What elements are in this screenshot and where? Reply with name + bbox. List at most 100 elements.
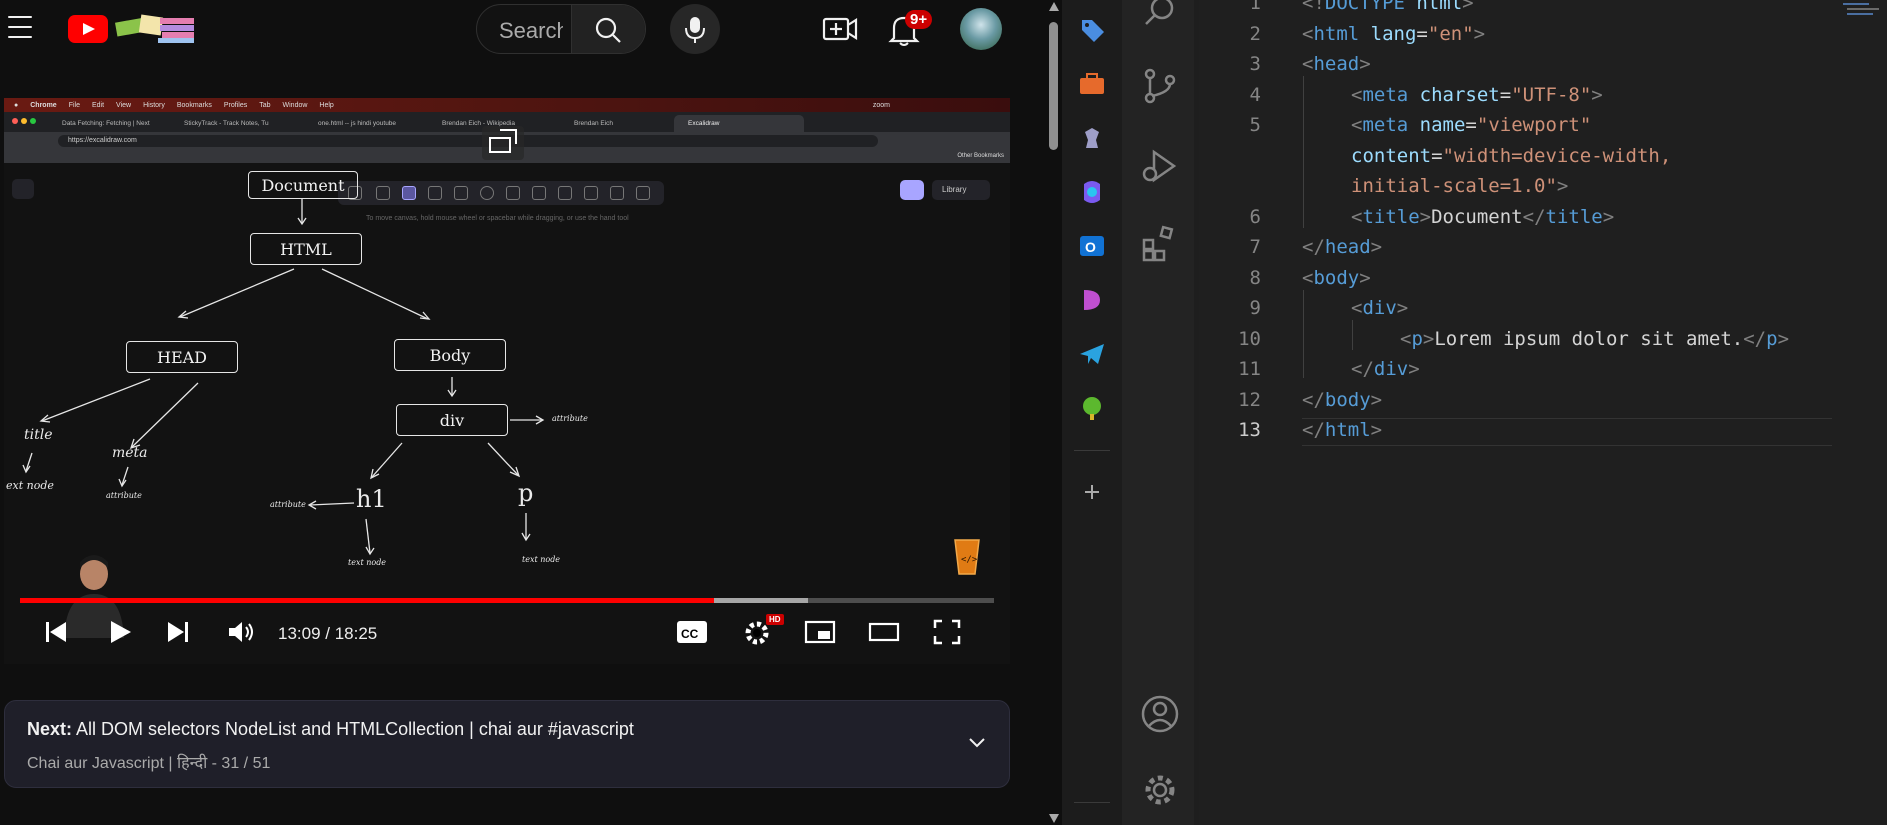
code-line-12: </body> xyxy=(1302,389,1383,411)
code-line-5: <meta name="viewport" xyxy=(1351,114,1592,136)
browser-sidebar: O xyxy=(1062,0,1122,825)
minimap xyxy=(1843,3,1879,15)
youtube-pane: Search 9+ ● Chrome File Edit View Histor… xyxy=(0,0,1062,825)
shopping-tag-icon[interactable] xyxy=(1076,14,1108,46)
menu-view: View xyxy=(116,101,132,109)
designer-icon[interactable] xyxy=(1076,284,1108,316)
other-bookmarks: Other Bookmarks xyxy=(957,153,1004,159)
code-line-10: <p>Lorem ipsum dolor sit amet.</p> xyxy=(1400,328,1790,350)
code-line-11: </div> xyxy=(1351,358,1420,380)
code-line-9: <div> xyxy=(1351,297,1409,319)
chevron-down-icon[interactable] xyxy=(965,731,989,755)
toolbox-icon[interactable] xyxy=(1076,68,1108,100)
extensions-icon[interactable] xyxy=(1140,222,1180,262)
telegram-icon[interactable] xyxy=(1076,338,1108,370)
previous-icon[interactable] xyxy=(42,618,70,646)
label-p: p xyxy=(518,479,534,507)
menu-edit: Edit xyxy=(91,101,105,109)
node-html: HTML xyxy=(250,233,362,265)
menu-file: File xyxy=(68,101,80,109)
menu-history: History xyxy=(143,101,165,109)
account-avatar[interactable] xyxy=(960,8,1002,50)
sidebar-divider xyxy=(1074,802,1110,803)
code-line-4: <meta charset="UTF-8"> xyxy=(1351,84,1603,106)
indent-guide xyxy=(1303,290,1304,378)
code-line-5-wrap: content="width=device-width, xyxy=(1351,145,1672,167)
label-text-node: text node xyxy=(348,558,387,567)
hd-badge: HD xyxy=(766,614,784,625)
play-icon[interactable] xyxy=(106,618,134,646)
code-line-7: </head> xyxy=(1302,236,1383,258)
outlook-icon[interactable]: O xyxy=(1076,230,1108,262)
video-player[interactable]: ● Chrome File Edit View History Bookmark… xyxy=(4,98,1010,664)
node-document: Document xyxy=(248,171,358,199)
label-text-node: ext node xyxy=(6,479,54,492)
node-head: HEAD xyxy=(126,341,238,373)
line-number-gutter: 1 2 3 4 5 6 7 8 9 10 11 12 13 xyxy=(1199,0,1261,825)
line-number: 3 xyxy=(1249,53,1261,75)
line-number: 5 xyxy=(1249,114,1261,136)
browser-tab: Data Fetching: Fetching | Next xyxy=(62,120,150,127)
svg-text:</>: </> xyxy=(961,555,978,565)
next-video-card[interactable]: Next: All DOM selectors NodeList and HTM… xyxy=(4,700,1010,788)
video-progress-bar[interactable] xyxy=(20,598,994,603)
label-attribute: attribute xyxy=(106,491,142,500)
line-number: 10 xyxy=(1238,328,1261,350)
page-scrollbar[interactable] xyxy=(1046,0,1062,825)
video-time: 13:09 / 18:25 xyxy=(278,624,378,643)
scrollbar-thumb[interactable] xyxy=(1049,22,1058,150)
subtitles-icon[interactable]: CC xyxy=(676,618,708,646)
menu-bookmarks: Bookmarks xyxy=(176,101,212,109)
account-icon[interactable] xyxy=(1140,694,1180,734)
fullscreen-icon[interactable] xyxy=(932,618,962,646)
menu-help: Help xyxy=(319,101,334,109)
menu-icon[interactable] xyxy=(8,16,32,38)
svg-text:O: O xyxy=(1085,239,1096,255)
menu-profiles: Profiles xyxy=(223,101,248,109)
add-icon[interactable] xyxy=(1076,476,1108,508)
youtube-logo[interactable] xyxy=(68,15,108,43)
next-icon[interactable] xyxy=(164,618,192,646)
drop-app-icon[interactable] xyxy=(1076,392,1108,424)
volume-icon[interactable] xyxy=(226,618,256,646)
apple-icon: ● xyxy=(14,101,19,109)
indent-guide xyxy=(1303,76,1304,228)
scroll-down-icon[interactable] xyxy=(1049,814,1059,823)
browser-tab: StickyTrack - Track Notes, Tu xyxy=(184,120,269,127)
code-line-8: <body> xyxy=(1302,267,1371,289)
line-number: 4 xyxy=(1249,84,1261,106)
label-meta: meta xyxy=(112,445,148,461)
copilot-icon[interactable] xyxy=(1076,176,1108,208)
next-title-text: All DOM selectors NodeList and HTMLColle… xyxy=(76,719,634,739)
exit-fullscreen-icon xyxy=(482,126,524,160)
search-input[interactable]: Search xyxy=(499,18,563,44)
line-number: 8 xyxy=(1249,267,1261,289)
source-control-icon[interactable] xyxy=(1140,66,1180,106)
code-editor[interactable]: 1 2 3 4 5 6 7 8 9 10 11 12 13 <!DOCTYPE … xyxy=(1199,0,1887,825)
miniplayer-icon[interactable] xyxy=(804,618,836,646)
scroll-up-icon[interactable] xyxy=(1049,2,1059,11)
theater-mode-icon[interactable] xyxy=(868,618,900,646)
create-video-icon[interactable] xyxy=(820,12,860,46)
line-number: 12 xyxy=(1238,389,1261,411)
manage-gear-icon[interactable] xyxy=(1140,770,1180,810)
games-icon[interactable] xyxy=(1076,122,1108,154)
code-line-5-wrap2: initial-scale=1.0"> xyxy=(1351,175,1569,197)
menu-chrome: Chrome xyxy=(30,101,57,109)
search-icon[interactable] xyxy=(1140,0,1180,34)
line-number: 2 xyxy=(1249,23,1261,45)
search-button[interactable] xyxy=(571,5,645,53)
code-line-13: </html> xyxy=(1302,419,1383,441)
mac-status-zoom: zoom xyxy=(872,101,890,109)
label-h1: h1 xyxy=(356,485,387,513)
playlist-label: Chai aur Javascript | हिन्दी - 31 / 51 xyxy=(27,755,271,772)
menu-window: Window xyxy=(282,101,308,109)
sidebar-divider xyxy=(1074,450,1110,451)
voice-search-button[interactable] xyxy=(670,4,720,54)
code-line-2: <html lang="en"> xyxy=(1302,23,1486,45)
search-bar[interactable]: Search xyxy=(476,4,646,54)
menu-tab: Tab xyxy=(259,101,271,109)
progress-played xyxy=(20,598,715,603)
run-debug-icon[interactable] xyxy=(1140,146,1180,186)
label-text-node: text node xyxy=(522,555,561,564)
